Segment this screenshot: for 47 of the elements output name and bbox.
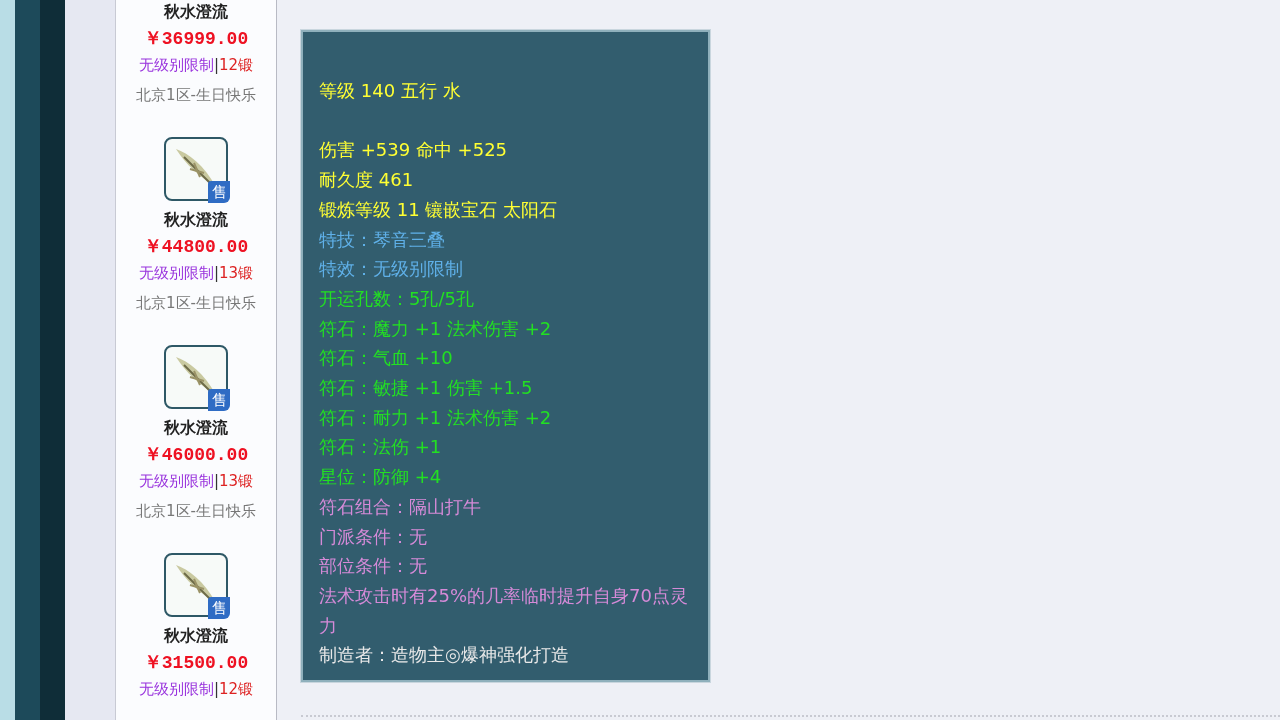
item-name[interactable]: 秋水澄流 bbox=[164, 418, 228, 438]
separator-text: | bbox=[213, 263, 219, 284]
item-price: ￥31500.00 bbox=[143, 652, 249, 674]
item-image[interactable]: 售 bbox=[164, 553, 228, 617]
attribute-line: 特技：琴音三叠 bbox=[319, 227, 446, 252]
attribute-line: 符石：耐力 +1 法术伤害 +2 bbox=[319, 405, 553, 430]
level-limit-text: 无级别限制 bbox=[138, 679, 214, 700]
level-limit-text: 无级别限制 bbox=[138, 263, 214, 284]
attribute-line: 星位：防御 +4 bbox=[319, 465, 443, 490]
item-image[interactable]: 售 bbox=[164, 345, 228, 409]
sale-badge: 售 bbox=[208, 597, 230, 619]
attribute-line: 伤害 +539 命中 +525 bbox=[319, 138, 509, 163]
sale-badge: 售 bbox=[208, 181, 230, 203]
attribute-line: 符石组合：隔山打牛 bbox=[319, 494, 482, 519]
attribute-line: 等级 140 五行 水 bbox=[319, 79, 462, 103]
attribute-line: 法术攻击时有25%的几率临时提升自身70点灵力 bbox=[319, 583, 689, 638]
forge-level-text: 13锻 bbox=[219, 471, 254, 492]
separator-text: | bbox=[213, 55, 219, 76]
separator-text: | bbox=[213, 679, 219, 700]
attribute-line: 耐久度 461 bbox=[319, 168, 415, 193]
item-name[interactable]: 秋水澄流 bbox=[164, 626, 228, 646]
server-name: 北京1区-生日快乐 bbox=[136, 85, 256, 106]
item-price: ￥36999.00 bbox=[143, 28, 249, 50]
sale-badge: 售 bbox=[208, 389, 230, 411]
attribute-line: 符石：气血 +10 bbox=[319, 346, 454, 371]
forge-level-text: 12锻 bbox=[219, 55, 254, 76]
item-name[interactable]: 秋水澄流 bbox=[164, 210, 228, 230]
separator-text: | bbox=[213, 471, 219, 492]
item-price: ￥44800.00 bbox=[143, 236, 249, 258]
attribute-line: 制造者：造物主◎爆神强化打造 bbox=[319, 643, 570, 668]
attribute-line: 符石：敏捷 +1 伤害 +1.5 bbox=[319, 376, 534, 400]
attribute-line: 开运孔数：5孔/5孔 bbox=[319, 286, 475, 311]
server-name: 北京1区-生日快乐 bbox=[136, 501, 256, 522]
attribute-line: 部位条件：无 bbox=[319, 554, 428, 579]
item-price: ￥46000.00 bbox=[143, 444, 249, 466]
attribute-line: 门派条件：无 bbox=[319, 524, 428, 549]
attribute-line: 符石：法伤 +1 bbox=[319, 435, 443, 460]
forge-level-text: 12锻 bbox=[219, 679, 254, 700]
level-limit-text: 无级别限制 bbox=[138, 55, 214, 76]
attribute-line: 锻炼等级 11 镶嵌宝石 太阳石 bbox=[319, 197, 559, 222]
item-image[interactable]: 售 bbox=[164, 137, 228, 201]
server-name: 北京1区-生日快乐 bbox=[136, 293, 256, 314]
attribute-line: 符石：魔力 +1 法术伤害 +2 bbox=[319, 316, 553, 341]
forge-level-text: 13锻 bbox=[219, 263, 254, 284]
item-name[interactable]: 秋水澄流 bbox=[164, 2, 228, 22]
level-limit-text: 无级别限制 bbox=[138, 471, 214, 492]
attribute-line: 特效：无级别限制 bbox=[319, 257, 464, 282]
